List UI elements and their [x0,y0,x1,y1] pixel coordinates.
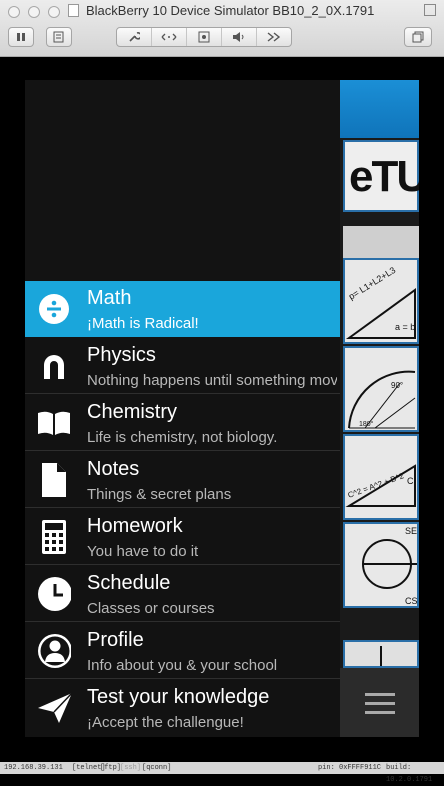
card-protractor[interactable]: 90° 180° [343,346,419,432]
clock-icon [37,576,71,612]
magnet-icon [37,348,71,384]
arrows-icon [161,33,177,41]
pin-label: pin: 0xFFFF911C [318,764,382,772]
volume-button[interactable] [222,28,257,46]
menu-item-schedule[interactable]: Schedule Classes or courses [25,566,340,622]
menu-item-title: Chemistry [87,401,178,423]
qconn-link[interactable]: [qconn] [142,762,171,774]
ftp-link[interactable]: [ftp] [100,762,121,774]
menu-item-subtitle: Things & secret plans [87,486,232,503]
speaker-icon [233,32,244,42]
svg-text:C: C [407,476,414,486]
menu-item-chemistry[interactable]: Chemistry Life is chemistry, not biology… [25,395,340,451]
menu-item-math[interactable]: Math ¡Math is Radical! [25,281,340,337]
window-title: BlackBerry 10 Device Simulator BB10_2_0X… [86,3,375,18]
close-window-button[interactable] [8,6,20,18]
menu-item-subtitle: Life is chemistry, not biology. [87,429,278,446]
screenshot-icon [198,31,210,43]
svg-text:SE: SE [405,526,417,536]
card-pythagoras[interactable]: C^2 = A^2 + B^2 C [343,434,419,520]
logo-card[interactable]: eTU [343,140,419,212]
build-label: build: 10.2.0.1791 [386,764,433,784]
window-resize-icon[interactable] [424,4,436,16]
menu-item-title: Physics [87,344,156,366]
settings-button[interactable] [117,28,152,46]
logo-text: eTU [349,152,419,201]
content-panel[interactable]: eTU p= L1+L2+L3 a = b 90° 180° C^2 = A^2… [340,80,419,737]
menu-item-physics[interactable]: Physics Nothing happens until something … [25,338,340,394]
menu-item-test-knowledge[interactable]: Test your knowledge ¡Accept the challeng… [25,680,340,736]
menu-item-homework[interactable]: Homework You have to do it [25,509,340,565]
protractor-diagram: 90° 180° [348,370,416,429]
menu-item-title: Test your knowledge [87,686,270,708]
separator-bar [343,226,419,258]
menu-item-subtitle: ¡Accept the challengue! [87,714,244,731]
minimize-window-button[interactable] [28,6,40,18]
svg-text:p= L1+L2+L3: p= L1+L2+L3 [347,265,398,302]
menu-item-title: Profile [87,629,144,651]
pause-button[interactable] [8,27,34,47]
log-button[interactable] [46,27,72,47]
svg-text:90°: 90° [391,381,403,390]
menu-item-subtitle: You have to do it [87,543,199,560]
card-partial[interactable] [343,640,419,668]
menu-item-profile[interactable]: Profile Info about you & your school [25,623,340,679]
wrench-icon [129,32,140,42]
hamburger-icon [364,692,395,714]
menu-toggle-button[interactable] [340,668,419,737]
menu-item-title: Schedule [87,572,171,594]
fullscreen-button[interactable] [404,27,432,47]
device-screen: Math ¡Math is Radical! Physics Nothing h… [25,80,419,737]
content-header [340,80,419,138]
svg-text:CS: CS [405,596,417,606]
menu-item-notes[interactable]: Notes Things & secret plans [25,452,340,508]
triangle-diagram: p= L1+L2+L3 a = b [345,265,416,339]
partial-diagram [380,646,382,666]
menu-item-subtitle: Nothing happens until something moves. [87,372,337,389]
menu-item-subtitle: Classes or courses [87,600,215,617]
svg-text:180°: 180° [359,420,374,428]
fullscreen-icon [412,31,424,43]
zoom-window-button[interactable] [48,6,60,18]
ip-address: 192.168.39.131 [4,764,63,772]
svg-text:C^2 = A^2 + B^2: C^2 = A^2 + B^2 [347,471,406,500]
menu-item-title: Homework [87,515,183,537]
pause-icon [17,33,25,41]
paper-plane-icon [37,690,71,726]
screenshot-button[interactable] [187,28,222,46]
svg-text:a = b: a = b [395,322,415,332]
pythagoras-diagram: C^2 = A^2 + B^2 C [345,464,416,507]
menu-item-subtitle: Info about you & your school [87,657,278,674]
forward-icon [267,32,281,42]
ssh-link[interactable]: [ssh] [120,762,141,774]
menu-header-area [25,80,340,281]
side-menu: Math ¡Math is Radical! Physics Nothing h… [25,80,340,737]
person-icon [37,633,71,669]
menu-item-title: Math [87,287,132,309]
forward-button[interactable] [257,28,291,46]
calculator-icon [37,519,71,555]
navigation-button[interactable] [152,28,187,46]
window-titlebar: BlackBerry 10 Device Simulator BB10_2_0X… [0,0,444,57]
card-circle[interactable]: SE CS [343,522,419,608]
circle-diagram: SE CS [362,526,418,606]
menu-item-title: Notes [87,458,140,480]
menu-item-subtitle: ¡Math is Radical! [87,315,199,332]
simulator-statusbar: 192.168.39.131 [telnet] [ftp] [ssh] [qco… [0,762,444,784]
card-perimeter[interactable]: p= L1+L2+L3 a = b [343,258,419,344]
book-icon [37,405,71,441]
divide-icon [37,291,71,327]
note-icon [37,462,71,498]
device-controls [116,27,292,47]
log-icon [53,31,64,43]
